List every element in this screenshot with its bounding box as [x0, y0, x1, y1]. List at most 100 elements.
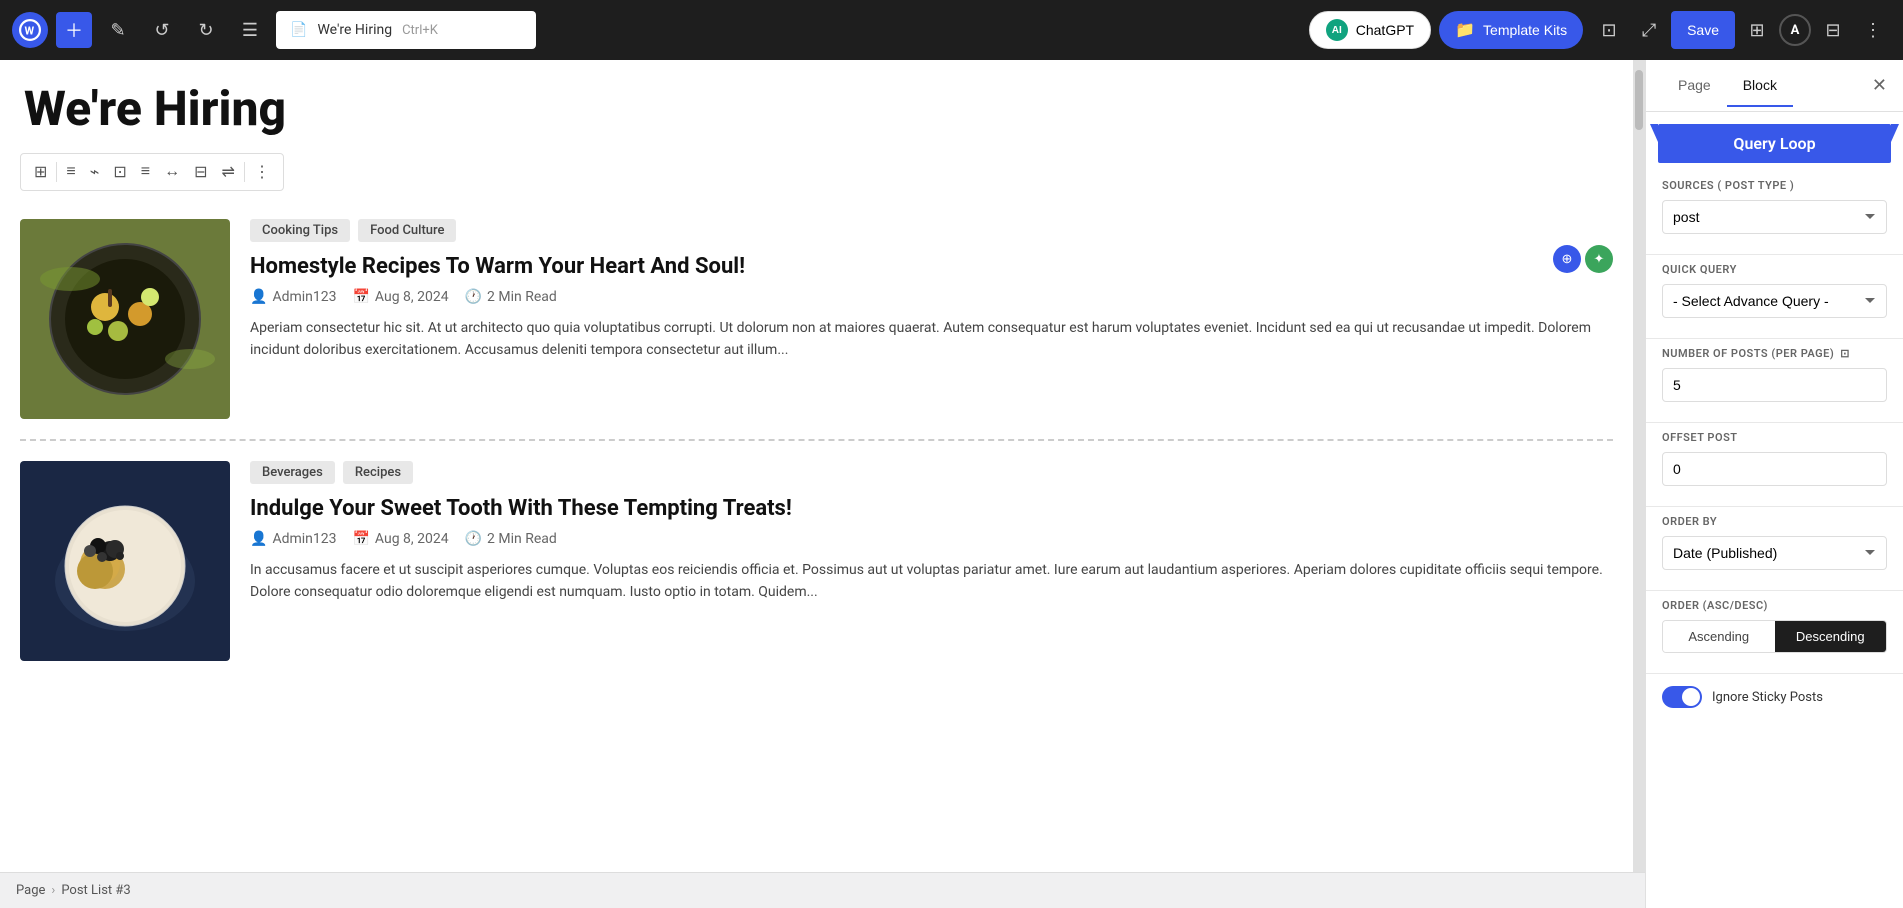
canvas-inner: We're Hiring ⊞ ≡ ⌁ ⊡ ≡ ↔ ⊟ ⇌ ⋮ ⊕ ✦: [0, 60, 1633, 908]
ignore-sticky-toggle[interactable]: [1662, 686, 1702, 708]
post-author-1: 👤 Admin123: [250, 289, 336, 305]
breadcrumb-current: Post List #3: [61, 883, 130, 898]
settings-button[interactable]: ⇌: [215, 158, 242, 186]
preview-external-button[interactable]: ⤢: [1631, 12, 1667, 48]
post-title-1: Homestyle Recipes To Warm Your Heart And…: [250, 254, 1613, 279]
panel-tabs: Page Block: [1662, 65, 1793, 107]
edit-tools-button[interactable]: ✎: [100, 12, 136, 48]
ignore-sticky-label: Ignore Sticky Posts: [1712, 690, 1823, 705]
canvas-area[interactable]: We're Hiring ⊞ ≡ ⌁ ⊡ ≡ ↔ ⊟ ⇌ ⋮ ⊕ ✦: [0, 60, 1633, 908]
order-toggle: Ascending Descending: [1662, 620, 1887, 653]
order-by-label: ORDER BY: [1662, 515, 1887, 528]
offset-section: OFFSET POST: [1646, 431, 1903, 498]
post-read-time-1: 🕐 2 Min Read: [465, 289, 557, 305]
post-date-2: 📅 Aug 8, 2024: [352, 531, 448, 547]
order-descending-button[interactable]: Descending: [1775, 621, 1887, 652]
sources-select[interactable]: post page custom: [1662, 200, 1887, 234]
post-read-time-2: 🕐 2 Min Read: [465, 531, 557, 547]
align-button[interactable]: ≡: [59, 159, 82, 185]
quick-query-label: QUICK QUERY: [1662, 263, 1887, 276]
breadcrumb-separator: ›: [51, 883, 55, 898]
offset-label: OFFSET POST: [1662, 431, 1887, 444]
post-tags-2: Beverages Recipes: [250, 461, 1613, 484]
more-menu-button[interactable]: ⋮: [1855, 12, 1891, 48]
user-icon: 👤: [250, 289, 267, 305]
panel-divider-2: [1646, 338, 1903, 339]
post-tag[interactable]: Food Culture: [358, 219, 456, 242]
post-title-2: Indulge Your Sweet Tooth With These Temp…: [250, 496, 1613, 521]
toolbar-divider-2: [244, 162, 245, 182]
post-tag[interactable]: Beverages: [250, 461, 335, 484]
post-content-1: Cooking Tips Food Culture Homestyle Reci…: [250, 219, 1613, 419]
sources-section: SOURCES ( POST TYPE ) post page custom: [1646, 179, 1903, 246]
chatgpt-icon: AI: [1326, 19, 1348, 41]
preview-responsive-button[interactable]: ⊡: [1591, 12, 1627, 48]
post-tag[interactable]: Recipes: [343, 461, 413, 484]
offset-input[interactable]: [1662, 452, 1887, 486]
canvas-scrollbar[interactable]: [1633, 60, 1645, 908]
post-tag[interactable]: Cooking Tips: [250, 219, 350, 242]
query-loop-banner: Query Loop: [1658, 124, 1891, 163]
panel-divider-3: [1646, 422, 1903, 423]
ignore-sticky-row: Ignore Sticky Posts: [1662, 682, 1887, 712]
post-item: Beverages Recipes Indulge Your Sweet Too…: [20, 439, 1613, 681]
ignore-sticky-section: Ignore Sticky Posts: [1646, 682, 1903, 724]
avatar[interactable]: A: [1779, 14, 1811, 46]
post-date-1: 📅 Aug 8, 2024: [352, 289, 448, 305]
panel-close-button[interactable]: ✕: [1872, 75, 1887, 96]
sources-label: SOURCES ( POST TYPE ): [1662, 179, 1887, 192]
order-by-select[interactable]: Date (Published) Title Random Menu Order: [1662, 536, 1887, 570]
post-meta-2: 👤 Admin123 📅 Aug 8, 2024 🕐 2 Min Read: [250, 531, 1613, 547]
post-meta-1: 👤 Admin123 📅 Aug 8, 2024 🕐 2 Min Read: [250, 289, 1613, 305]
more-options-button[interactable]: ⋮: [247, 158, 277, 186]
block-inserter-toggle[interactable]: ⊞: [1739, 12, 1775, 48]
post-author-2: 👤 Admin123: [250, 531, 336, 547]
toolbar-divider-1: [56, 162, 57, 182]
undo-button[interactable]: ↺: [144, 12, 180, 48]
order-by-section: ORDER BY Date (Published) Title Random M…: [1646, 515, 1903, 582]
add-block-button[interactable]: ＋: [56, 12, 92, 48]
num-posts-input[interactable]: [1662, 368, 1887, 402]
width-button[interactable]: ↔: [157, 159, 187, 185]
tab-block[interactable]: Block: [1727, 65, 1793, 107]
text-align-button[interactable]: ≡: [134, 159, 157, 185]
quick-query-select[interactable]: - Select Advance Query -: [1662, 284, 1887, 318]
num-posts-section: NUMBER OF POSTS (PER PAGE) ⊡: [1646, 347, 1903, 414]
block-type-icon[interactable]: ⊞: [27, 158, 54, 186]
redo-button[interactable]: ↻: [188, 12, 224, 48]
tab-page[interactable]: Page: [1662, 65, 1727, 107]
table-button[interactable]: ⊟: [187, 158, 214, 186]
page-title-heading: We're Hiring: [24, 80, 1613, 137]
post-thumbnail-1: [20, 219, 230, 419]
breadcrumb-page[interactable]: Page: [16, 883, 45, 898]
post-item: Cooking Tips Food Culture Homestyle Reci…: [20, 199, 1613, 439]
order-ascending-button[interactable]: Ascending: [1663, 621, 1775, 652]
clock-icon: 🕐: [465, 531, 482, 547]
templatekits-icon: 📁: [1455, 20, 1475, 40]
quick-query-section: QUICK QUERY - Select Advance Query -: [1646, 263, 1903, 330]
save-button[interactable]: Save: [1671, 11, 1735, 49]
page-title-bar[interactable]: 📄 We're Hiring Ctrl+K: [276, 11, 536, 49]
panel-divider-1: [1646, 254, 1903, 255]
main-layout: We're Hiring ⊞ ≡ ⌁ ⊡ ≡ ↔ ⊟ ⇌ ⋮ ⊕ ✦: [0, 60, 1903, 908]
breadcrumb: Page › Post List #3: [0, 872, 1645, 908]
page-title-shortcut: Ctrl+K: [402, 23, 438, 38]
templatekits-button[interactable]: 📁 Template Kits: [1439, 11, 1583, 49]
block-toolbar: ⊞ ≡ ⌁ ⊡ ≡ ↔ ⊟ ⇌ ⋮: [20, 153, 284, 191]
wp-logo[interactable]: W: [12, 12, 48, 48]
post-excerpt-2: In accusamus facere et ut suscipit asper…: [250, 559, 1613, 604]
panel-divider-5: [1646, 590, 1903, 591]
link-button[interactable]: ⌁: [83, 158, 107, 186]
list-view-button[interactable]: ☰: [232, 12, 268, 48]
order-label: ORDER (ASC/DESC): [1662, 599, 1887, 612]
media-button[interactable]: ⊡: [106, 158, 133, 186]
responsive-icon: ⊡: [1840, 347, 1850, 360]
settings-toggle[interactable]: ⊟: [1815, 12, 1851, 48]
calendar-icon: 📅: [352, 289, 369, 305]
post-tags-1: Cooking Tips Food Culture: [250, 219, 1613, 242]
panel-divider-6: [1646, 673, 1903, 674]
query-loop-label: Query Loop: [1733, 134, 1815, 153]
chatgpt-button[interactable]: AI ChatGPT: [1309, 11, 1431, 49]
post-excerpt-1: Aperiam consectetur hic sit. At ut archi…: [250, 317, 1613, 362]
scrollbar-thumb[interactable]: [1635, 70, 1643, 130]
